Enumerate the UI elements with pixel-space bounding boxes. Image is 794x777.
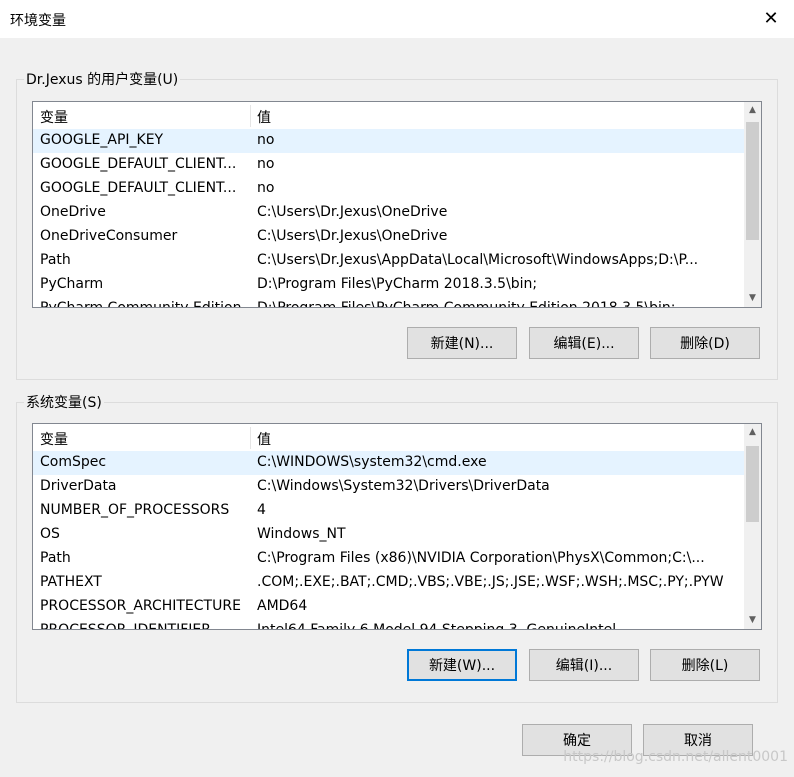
variable-value-cell: no xyxy=(257,132,275,148)
variable-name-cell: Path xyxy=(40,550,71,566)
variable-name-cell: OS xyxy=(40,526,60,542)
variable-value-cell: .COM;.EXE;.BAT;.CMD;.VBS;.VBE;.JS;.JSE;.… xyxy=(257,574,724,590)
variable-name-cell: ComSpec xyxy=(40,454,107,470)
variable-value-cell: no xyxy=(257,180,275,196)
variable-value-cell: C:\Program Files (x86)\NVIDIA Corporatio… xyxy=(257,550,705,566)
user-variables-label: Dr.Jexus 的用户变量(U) xyxy=(24,69,181,89)
variable-value-cell: C:\Windows\System32\Drivers\DriverData xyxy=(257,478,550,494)
table-row[interactable]: PROCESSOR_IDENTIFIER Intel64 Family 6 Mod… xyxy=(33,619,761,630)
variable-name-cell: OneDriveConsumer xyxy=(40,228,178,244)
variable-name-cell: PyCharm Community Edition xyxy=(40,300,242,308)
scroll-down-icon[interactable]: ▼ xyxy=(744,290,761,307)
user-variables-list[interactable]: 变量 值 GOOGLE_API_KEY no GOOGLE_DEFAULT_CLIE… xyxy=(32,101,762,308)
variable-value-cell: C:\Users\Dr.Jexus\AppData\Local\Microsof… xyxy=(257,252,699,268)
column-header-value[interactable]: 值 xyxy=(257,429,271,449)
table-row[interactable]: PATHEXT .COM;.EXE;.BAT;.CMD;.VBS;.VBE;.JS… xyxy=(33,571,761,595)
variable-name-cell: PyCharm xyxy=(40,276,104,292)
system-variables-label: 系统变量(S) xyxy=(24,392,104,412)
table-row[interactable]: OS Windows_NT xyxy=(33,523,761,547)
variable-name-cell: NUMBER_OF_PROCESSORS xyxy=(40,502,230,518)
variable-value-cell: D:\Program Files\PyCharm 2018.3.5\bin; xyxy=(257,276,538,292)
user-new-button[interactable]: 新建(N)... xyxy=(407,327,517,359)
table-row[interactable]: OneDriveConsumer C:\Users\Dr.Jexus\OneDri… xyxy=(33,225,761,249)
table-row[interactable]: OneDrive C:\Users\Dr.Jexus\OneDrive xyxy=(33,201,761,225)
scroll-thumb[interactable] xyxy=(746,446,759,522)
variable-name-cell: DriverData xyxy=(40,478,117,494)
window-title: 环境变量 xyxy=(10,13,66,29)
user-variables-rows: GOOGLE_API_KEY no GOOGLE_DEFAULT_CLIENT...… xyxy=(33,129,761,308)
table-row[interactable]: Path C:\Users\Dr.Jexus\AppData\Local\Micr… xyxy=(33,249,761,273)
table-row[interactable]: PROCESSOR_ARCHITECTURE AMD64 xyxy=(33,595,761,619)
user-edit-button[interactable]: 编辑(E)... xyxy=(529,327,639,359)
table-row[interactable]: PyCharm D:\Program Files\PyCharm 2018.3.5… xyxy=(33,273,761,297)
system-new-button[interactable]: 新建(W)... xyxy=(407,649,517,681)
scroll-down-icon[interactable]: ▼ xyxy=(744,612,761,629)
system-delete-button[interactable]: 删除(L) xyxy=(650,649,760,681)
variable-name-cell: PROCESSOR_ARCHITECTURE xyxy=(40,598,241,614)
column-header-value[interactable]: 值 xyxy=(257,107,271,127)
variable-value-cell: C:\Users\Dr.Jexus\OneDrive xyxy=(257,204,448,220)
column-header-name[interactable]: 变量 xyxy=(40,107,68,127)
variable-value-cell: Intel64 Family 6 Model 94 Stepping 3, Ge… xyxy=(257,622,617,630)
variable-name-cell: GOOGLE_API_KEY xyxy=(40,132,164,148)
variable-name-cell: GOOGLE_DEFAULT_CLIENT... xyxy=(40,180,237,196)
variable-value-cell: D:\Program Files\PyCharm Community Editi… xyxy=(257,300,676,308)
list-header: 变量 值 xyxy=(33,424,761,450)
column-header-name[interactable]: 变量 xyxy=(40,429,68,449)
variable-value-cell: 4 xyxy=(257,502,266,518)
close-icon[interactable]: ✕ xyxy=(748,0,794,38)
vertical-scrollbar[interactable]: ▲ ▼ xyxy=(744,424,761,629)
variable-value-cell: C:\WINDOWS\system32\cmd.exe xyxy=(257,454,487,470)
table-row[interactable]: GOOGLE_DEFAULT_CLIENT... no xyxy=(33,177,761,201)
table-row[interactable]: PyCharm Community Edition D:\Program File… xyxy=(33,297,761,308)
scroll-up-icon[interactable]: ▲ xyxy=(744,102,761,119)
system-edit-button[interactable]: 编辑(I)... xyxy=(529,649,639,681)
vertical-scrollbar[interactable]: ▲ ▼ xyxy=(744,102,761,307)
table-row[interactable]: Path C:\Program Files (x86)\NVIDIA Corpor… xyxy=(33,547,761,571)
user-delete-button[interactable]: 删除(D) xyxy=(650,327,760,359)
variable-value-cell: no xyxy=(257,156,275,172)
title-bar: 环境变量 ✕ xyxy=(0,0,794,38)
table-row[interactable]: ComSpec C:\WINDOWS\system32\cmd.exe xyxy=(33,451,761,475)
scroll-up-icon[interactable]: ▲ xyxy=(744,424,761,441)
list-header: 变量 值 xyxy=(33,102,761,128)
table-row[interactable]: DriverData C:\Windows\System32\Drivers\Dr… xyxy=(33,475,761,499)
table-row[interactable]: NUMBER_OF_PROCESSORS 4 xyxy=(33,499,761,523)
system-variables-rows: ComSpec C:\WINDOWS\system32\cmd.exe Driver… xyxy=(33,451,761,630)
variable-value-cell: C:\Users\Dr.Jexus\OneDrive xyxy=(257,228,448,244)
watermark-text: https://blog.csdn.net/allent0001 xyxy=(563,749,788,765)
table-row[interactable]: GOOGLE_API_KEY no xyxy=(33,129,761,153)
variable-name-cell: PATHEXT xyxy=(40,574,102,590)
variable-name-cell: PROCESSOR_IDENTIFIER xyxy=(40,622,211,630)
table-row[interactable]: GOOGLE_DEFAULT_CLIENT... no xyxy=(33,153,761,177)
variable-value-cell: Windows_NT xyxy=(257,526,346,542)
variable-name-cell: OneDrive xyxy=(40,204,106,220)
variable-value-cell: AMD64 xyxy=(257,598,308,614)
variable-name-cell: GOOGLE_DEFAULT_CLIENT... xyxy=(40,156,237,172)
scroll-thumb[interactable] xyxy=(746,122,759,240)
variable-name-cell: Path xyxy=(40,252,71,268)
system-variables-list[interactable]: 变量 值 ComSpec C:\WINDOWS\system32\cmd.exe D… xyxy=(32,423,762,630)
